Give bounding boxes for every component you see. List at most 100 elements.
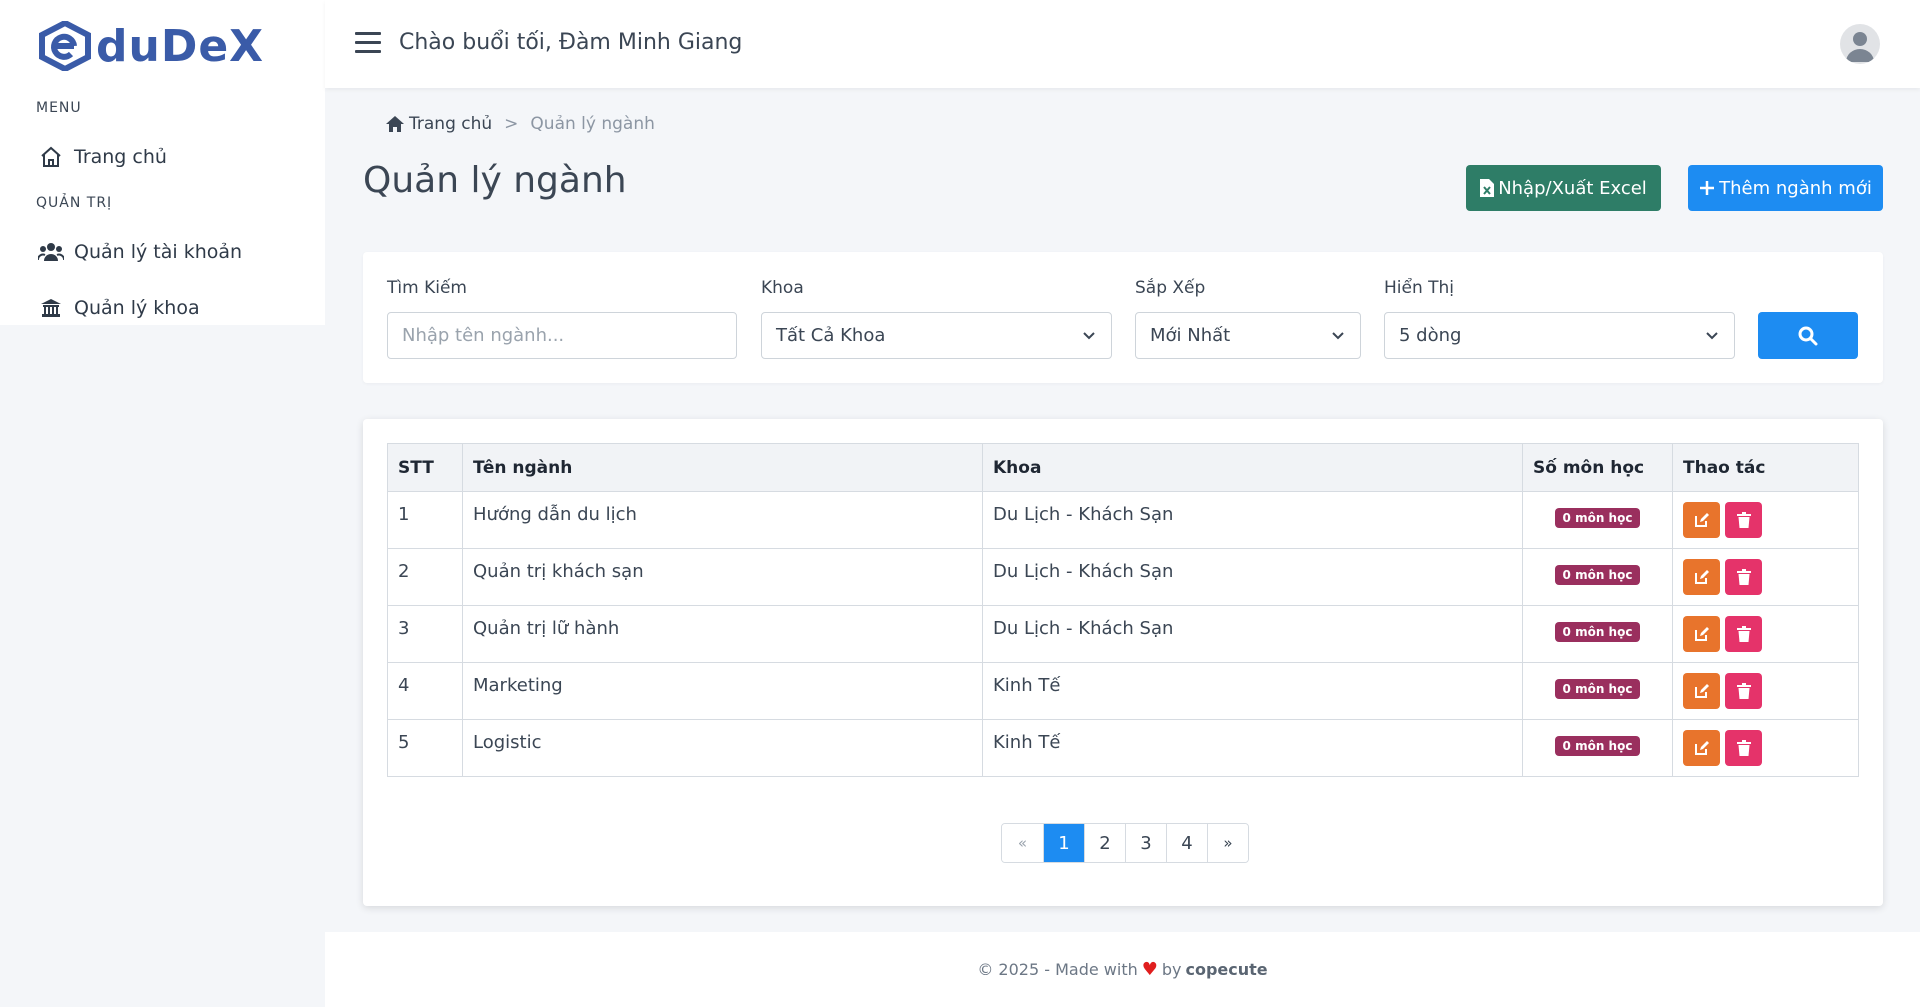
faculty-select-value: Tất Cả Khoa — [776, 325, 886, 346]
cell-major-name: Marketing — [462, 662, 983, 720]
delete-button[interactable] — [1725, 502, 1762, 538]
footer-prefix: © 2025 - Made with — [977, 960, 1138, 979]
pagination-next[interactable]: » — [1207, 824, 1248, 862]
pagination-page-3[interactable]: 3 — [1125, 824, 1166, 862]
app-logo[interactable]: duDeX — [38, 18, 264, 74]
cell-major-name: Quản trị lữ hành — [462, 605, 983, 663]
cell-stt: 4 — [387, 662, 463, 720]
display-select[interactable]: 5 dòng — [1384, 312, 1735, 359]
table-row: 1 Hướng dẫn du lịch Du Lịch - Khách Sạn … — [387, 491, 1859, 549]
cell-actions — [1672, 491, 1859, 549]
edit-button[interactable] — [1683, 559, 1720, 595]
search-button[interactable] — [1758, 312, 1858, 359]
logo-icon — [39, 21, 91, 71]
search-input[interactable]: Nhập tên ngành... — [387, 312, 737, 359]
sidebar: duDeX MENU Trang chủ QUẢN TRỊ Quản lý tà… — [0, 0, 325, 325]
search-label: Tìm Kiếm — [387, 278, 467, 298]
top-header: Chào buổi tối, Đàm Minh Giang — [325, 0, 1920, 88]
excel-button-label: Nhập/Xuất Excel — [1498, 177, 1647, 199]
chevron-down-icon — [1706, 332, 1718, 340]
sidebar-item-label: Quản lý tài khoản — [74, 241, 243, 263]
subjects-badge: 0 môn học — [1554, 679, 1641, 699]
column-header-faculty: Khoa — [982, 443, 1523, 492]
table-row: 5 Logistic Kinh Tế 0 môn học — [387, 719, 1859, 777]
delete-button[interactable] — [1725, 616, 1762, 652]
user-avatar[interactable] — [1840, 24, 1880, 64]
breadcrumb: Trang chủ > Quản lý ngành — [385, 114, 655, 134]
delete-button[interactable] — [1725, 559, 1762, 595]
footer: © 2025 - Made with ♥ by copecute — [325, 932, 1920, 1007]
breadcrumb-home[interactable]: Trang chủ — [385, 114, 492, 134]
cell-subjects: 0 môn học — [1522, 491, 1673, 549]
cell-major-name: Logistic — [462, 719, 983, 777]
edit-button[interactable] — [1683, 673, 1720, 709]
cell-actions — [1672, 548, 1859, 606]
edit-icon — [1694, 627, 1709, 641]
sort-select[interactable]: Mới Nhất — [1135, 312, 1361, 359]
sidebar-item-home[interactable]: Trang chủ — [38, 142, 167, 172]
column-header-stt: STT — [387, 443, 463, 492]
sidebar-section-admin: QUẢN TRỊ — [36, 195, 113, 211]
cell-faculty: Du Lịch - Khách Sạn — [982, 605, 1523, 663]
pagination-prev[interactable]: « — [1002, 824, 1043, 862]
pagination-page-1[interactable]: 1 — [1043, 824, 1084, 862]
column-header-subjects: Số môn học — [1522, 443, 1673, 492]
cell-stt: 3 — [387, 605, 463, 663]
edit-icon — [1694, 741, 1709, 755]
users-icon — [38, 239, 64, 265]
filter-panel: Tìm Kiếm Nhập tên ngành... Khoa Tất Cả K… — [363, 252, 1883, 383]
file-excel-icon — [1480, 179, 1495, 197]
display-select-value: 5 dòng — [1399, 325, 1462, 346]
trash-icon — [1736, 626, 1751, 642]
trash-icon — [1736, 740, 1751, 756]
cell-faculty: Kinh Tế — [982, 662, 1523, 720]
footer-by: by — [1161, 960, 1182, 979]
add-major-button[interactable]: Thêm ngành mới — [1688, 165, 1883, 211]
sort-label: Sắp Xếp — [1135, 278, 1206, 298]
pagination-page-2[interactable]: 2 — [1084, 824, 1125, 862]
chevron-down-icon — [1083, 332, 1095, 340]
cell-stt: 5 — [387, 719, 463, 777]
sidebar-item-label: Quản lý khoa — [74, 297, 200, 319]
faculty-select[interactable]: Tất Cả Khoa — [761, 312, 1112, 359]
cell-stt: 2 — [387, 548, 463, 606]
subjects-badge: 0 môn học — [1554, 508, 1641, 528]
menu-toggle-icon[interactable] — [355, 32, 381, 54]
page-title: Quản lý ngành — [363, 160, 627, 201]
sidebar-item-accounts[interactable]: Quản lý tài khoản — [38, 237, 242, 267]
pagination-page-4[interactable]: 4 — [1166, 824, 1207, 862]
delete-button[interactable] — [1725, 730, 1762, 766]
display-label: Hiển Thị — [1384, 278, 1455, 298]
subjects-badge: 0 môn học — [1554, 565, 1641, 585]
cell-subjects: 0 môn học — [1522, 662, 1673, 720]
edit-icon — [1694, 570, 1709, 584]
table-row: 4 Marketing Kinh Tế 0 môn học — [387, 662, 1859, 720]
import-export-excel-button[interactable]: Nhập/Xuất Excel — [1466, 165, 1661, 211]
table-row: 3 Quản trị lữ hành Du Lịch - Khách Sạn 0… — [387, 605, 1859, 663]
faculty-label: Khoa — [761, 278, 804, 298]
add-button-label: Thêm ngành mới — [1719, 177, 1872, 199]
footer-author-link[interactable]: copecute — [1186, 960, 1268, 979]
breadcrumb-home-label: Trang chủ — [409, 114, 493, 134]
sort-select-value: Mới Nhất — [1150, 325, 1231, 346]
delete-button[interactable] — [1725, 673, 1762, 709]
edit-button[interactable] — [1683, 616, 1720, 652]
logo-text: duDeX — [96, 20, 265, 72]
cell-faculty: Kinh Tế — [982, 719, 1523, 777]
cell-actions — [1672, 605, 1859, 663]
edit-button[interactable] — [1683, 730, 1720, 766]
cell-subjects: 0 môn học — [1522, 719, 1673, 777]
edit-icon — [1694, 684, 1709, 698]
institution-icon — [38, 295, 64, 321]
breadcrumb-current: Quản lý ngành — [530, 114, 655, 134]
chevron-down-icon — [1332, 332, 1344, 340]
majors-table-card: STT Tên ngành Khoa Số môn học Thao tác 1… — [363, 419, 1883, 906]
subjects-badge: 0 môn học — [1554, 622, 1641, 642]
edit-button[interactable] — [1683, 502, 1720, 538]
sidebar-item-faculties[interactable]: Quản lý khoa — [38, 293, 200, 323]
subjects-badge: 0 môn học — [1554, 736, 1641, 756]
search-icon — [1798, 326, 1818, 345]
cell-actions — [1672, 719, 1859, 777]
cell-major-name: Hướng dẫn du lịch — [462, 491, 983, 549]
sidebar-section-menu: MENU — [36, 100, 82, 116]
